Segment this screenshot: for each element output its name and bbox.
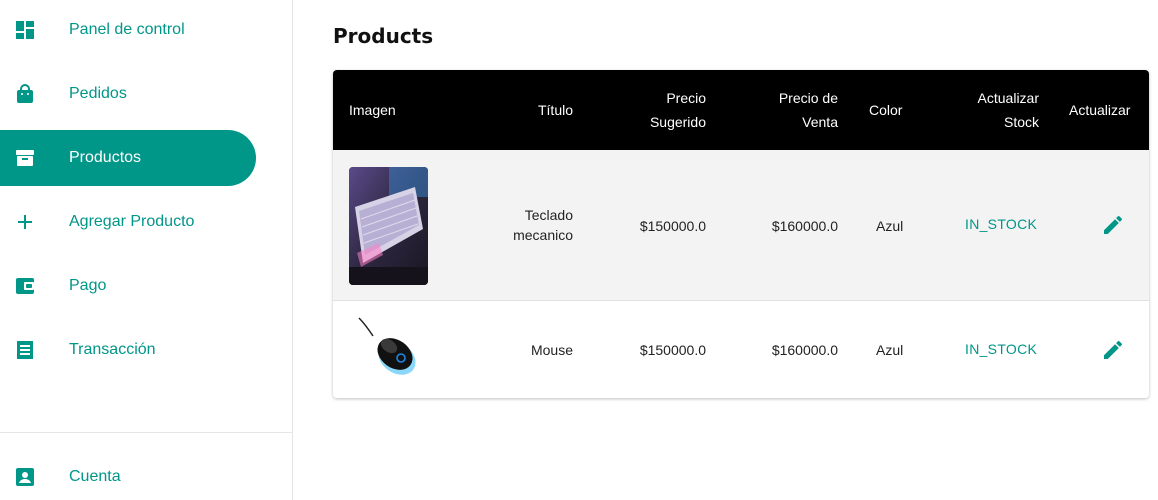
sidebar-item-pago[interactable]: Pago (0, 258, 256, 314)
sidebar-item-productos[interactable]: Productos (0, 130, 256, 186)
cell-sale-price: $160000.0 (771, 218, 838, 234)
header-sale-price-line1: Precio de (778, 90, 838, 106)
page-title: Products (333, 24, 434, 48)
header-suggested-price-line2: Sugerido (649, 114, 706, 130)
sidebar-item-label: Pedidos (69, 85, 127, 102)
products-table: Imagen Título Precio Sugerido Precio de … (333, 70, 1149, 398)
sidebar-item-label: Panel de control (69, 21, 185, 38)
mouse-photo (351, 316, 423, 382)
receipt-icon (15, 340, 35, 360)
sidebar-divider (0, 432, 292, 433)
edit-icon[interactable] (1101, 338, 1125, 362)
cell-color: Azul (876, 218, 904, 234)
update-stock-link[interactable]: IN_STOCK (965, 214, 1037, 234)
account-box-icon (15, 467, 35, 487)
sidebar-item-label: Productos (69, 149, 142, 166)
header-title: Título (537, 102, 573, 118)
add-icon (15, 212, 35, 232)
update-stock-link[interactable]: IN_STOCK (965, 339, 1037, 359)
sidebar-item-label: Pago (69, 277, 107, 294)
dashboard-icon (15, 20, 35, 40)
header-update-stock-line1: Actualizar (977, 90, 1039, 106)
header-suggested-price-line1: Precio (666, 90, 706, 106)
table-header: Imagen Título Precio Sugerido Precio de … (333, 70, 1149, 150)
cell-color: Azul (876, 342, 904, 358)
keyboard-photo (349, 167, 428, 285)
header-update-stock-line2: Stock (1003, 114, 1039, 130)
cell-suggested-price: $150000.0 (639, 342, 706, 358)
cell-suggested-price: $150000.0 (639, 218, 706, 234)
sidebar-item-transaccion[interactable]: Transacción (0, 322, 256, 378)
header-sale-price-line2: Venta (802, 114, 838, 130)
cell-sale-price: $160000.0 (771, 342, 838, 358)
cell-title-line2: mecanico (513, 227, 573, 243)
header-color: Color (869, 102, 903, 118)
sidebar-item-label: Cuenta (69, 468, 121, 485)
wallet-icon (15, 276, 35, 296)
sidebar-item-pedidos[interactable]: Pedidos (0, 66, 256, 122)
sidebar-item-label: Transacción (69, 341, 156, 358)
sidebar-item-panel-de-control[interactable]: Panel de control (0, 2, 256, 58)
shopping-bag-icon (15, 84, 35, 104)
cell-title: Mouse (530, 342, 573, 358)
archive-icon (15, 148, 35, 168)
sidebar: Panel de control Pedidos Productos Agreg… (0, 0, 293, 500)
cell-title-line1: Teclado (524, 207, 573, 223)
table-row: Mouse $150000.0 $160000.0 Azul IN_STOCK (333, 302, 1149, 398)
table-row: Teclado mecanico $150000.0 $160000.0 Azu… (333, 150, 1149, 301)
sidebar-item-cuenta[interactable]: Cuenta (0, 449, 256, 500)
edit-icon[interactable] (1101, 213, 1125, 237)
header-image: Imagen (349, 102, 396, 118)
sidebar-item-label: Agregar Producto (69, 213, 195, 230)
sidebar-item-agregar-producto[interactable]: Agregar Producto (0, 194, 256, 250)
header-update: Actualizar (1069, 102, 1131, 118)
